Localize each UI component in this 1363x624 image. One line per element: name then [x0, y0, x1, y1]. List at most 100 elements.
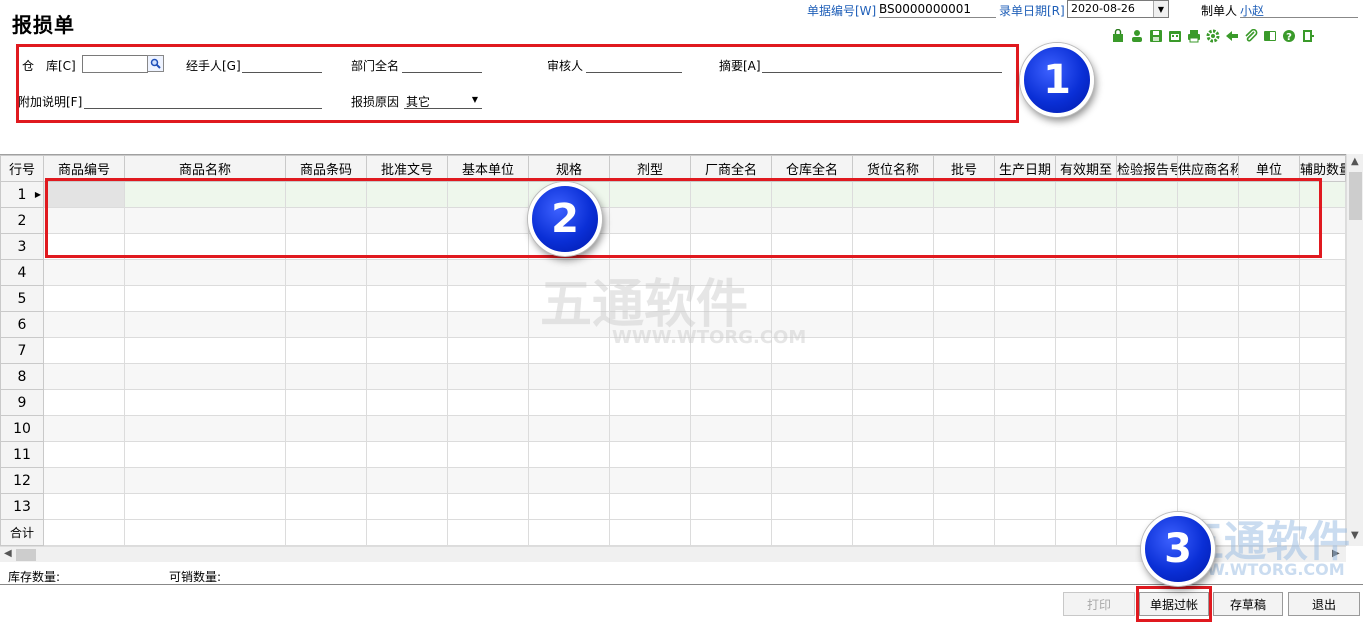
grid-cell[interactable]: [933, 259, 995, 286]
table-row[interactable]: 13: [0, 493, 1346, 520]
grid-cell[interactable]: [1116, 337, 1178, 364]
grid-cell[interactable]: [1238, 415, 1300, 442]
table-row[interactable]: 10: [0, 415, 1346, 442]
grid-cell[interactable]: [528, 259, 610, 286]
grid-cell[interactable]: [933, 441, 995, 468]
table-row[interactable]: 4: [0, 259, 1346, 286]
grid-cell[interactable]: [43, 311, 125, 338]
grid-cell[interactable]: [1055, 363, 1117, 390]
grid-cell[interactable]: [1299, 389, 1346, 416]
grid-cell[interactable]: [528, 389, 610, 416]
grid-cell[interactable]: [1055, 467, 1117, 494]
grid-cell[interactable]: [771, 311, 853, 338]
grid-cell[interactable]: [447, 441, 529, 468]
grid-cell[interactable]: [1238, 311, 1300, 338]
grid-cell[interactable]: [771, 389, 853, 416]
grid-cell[interactable]: [933, 363, 995, 390]
grid-cell[interactable]: [994, 467, 1056, 494]
grid-cell[interactable]: [1055, 415, 1117, 442]
grid-cell[interactable]: [1177, 337, 1239, 364]
grid-cell[interactable]: [1177, 415, 1239, 442]
grid-cell[interactable]: [933, 493, 995, 520]
grid-cell[interactable]: [771, 467, 853, 494]
grid-cell[interactable]: [528, 493, 610, 520]
column-header[interactable]: 行号: [0, 155, 44, 182]
grid-cell[interactable]: [43, 415, 125, 442]
grid-cell[interactable]: [1055, 441, 1117, 468]
grid-cell[interactable]: [609, 337, 691, 364]
grid-cell[interactable]: [852, 285, 934, 312]
grid-cell[interactable]: [771, 441, 853, 468]
grid-cell[interactable]: [1238, 441, 1300, 468]
save-draft-button[interactable]: 存草稿: [1213, 592, 1283, 616]
grid-cell[interactable]: [852, 311, 934, 338]
help-icon[interactable]: ?: [1281, 28, 1297, 44]
grid-cell[interactable]: [124, 493, 286, 520]
grid-cell[interactable]: [609, 259, 691, 286]
grid-cell[interactable]: [690, 493, 772, 520]
grid-cell[interactable]: [994, 337, 1056, 364]
grid-cell[interactable]: [1116, 363, 1178, 390]
grid-cell[interactable]: [1116, 311, 1178, 338]
grid-cell[interactable]: [124, 467, 286, 494]
grid-cell[interactable]: [528, 337, 610, 364]
grid-cell[interactable]: [1116, 415, 1178, 442]
book-icon[interactable]: [1262, 28, 1278, 44]
grid-cell[interactable]: [994, 415, 1056, 442]
table-row[interactable]: 6: [0, 311, 1346, 338]
print-icon[interactable]: [1186, 28, 1202, 44]
grid-cell[interactable]: [366, 285, 448, 312]
grid-cell[interactable]: [366, 467, 448, 494]
grid-cell[interactable]: [43, 441, 125, 468]
grid-cell[interactable]: [43, 259, 125, 286]
grid-cell[interactable]: [852, 441, 934, 468]
settings-icon[interactable]: [1205, 28, 1221, 44]
grid-cell[interactable]: [1116, 441, 1178, 468]
grid-cell[interactable]: [771, 259, 853, 286]
grid-cell[interactable]: [447, 389, 529, 416]
table-row[interactable]: 7: [0, 337, 1346, 364]
table-row[interactable]: 11: [0, 441, 1346, 468]
grid-cell[interactable]: [852, 259, 934, 286]
vertical-scrollbar[interactable]: ▲ ▼: [1346, 154, 1363, 546]
grid-cell[interactable]: [933, 337, 995, 364]
grid-cell[interactable]: [1299, 467, 1346, 494]
grid-cell[interactable]: [447, 467, 529, 494]
grid-cell[interactable]: [690, 415, 772, 442]
calendar-icon[interactable]: [1167, 28, 1183, 44]
grid-cell[interactable]: [1299, 285, 1346, 312]
grid-cell[interactable]: [1055, 285, 1117, 312]
grid-cell[interactable]: [1299, 493, 1346, 520]
grid-cell[interactable]: [1055, 259, 1117, 286]
grid-cell[interactable]: [994, 285, 1056, 312]
grid-cell[interactable]: [933, 415, 995, 442]
grid-cell[interactable]: [124, 389, 286, 416]
grid-cell[interactable]: [1299, 363, 1346, 390]
grid-cell[interactable]: [852, 337, 934, 364]
grid-cell[interactable]: [852, 389, 934, 416]
user-icon[interactable]: [1129, 28, 1145, 44]
chevron-down-icon[interactable]: ▼: [1153, 1, 1168, 17]
grid-cell[interactable]: [609, 311, 691, 338]
grid-cell[interactable]: [1238, 259, 1300, 286]
grid-cell[interactable]: [43, 363, 125, 390]
grid-cell[interactable]: [366, 493, 448, 520]
grid-cell[interactable]: [1238, 285, 1300, 312]
grid-cell[interactable]: [1055, 493, 1117, 520]
grid-cell[interactable]: [994, 311, 1056, 338]
doc-number-field[interactable]: BS0000000001: [879, 2, 996, 18]
grid-cell[interactable]: [1055, 337, 1117, 364]
grid-cell[interactable]: [447, 285, 529, 312]
exit-button[interactable]: 退出: [1288, 592, 1360, 616]
grid-cell[interactable]: [771, 363, 853, 390]
grid-cell[interactable]: [43, 285, 125, 312]
grid-cell[interactable]: [1177, 285, 1239, 312]
table-row[interactable]: 5: [0, 285, 1346, 312]
grid-cell[interactable]: [366, 337, 448, 364]
grid-cell[interactable]: [447, 311, 529, 338]
grid-cell[interactable]: [852, 363, 934, 390]
grid-cell[interactable]: [447, 259, 529, 286]
exit-icon[interactable]: [1300, 28, 1316, 44]
grid-cell[interactable]: [690, 285, 772, 312]
grid-cell[interactable]: [933, 467, 995, 494]
